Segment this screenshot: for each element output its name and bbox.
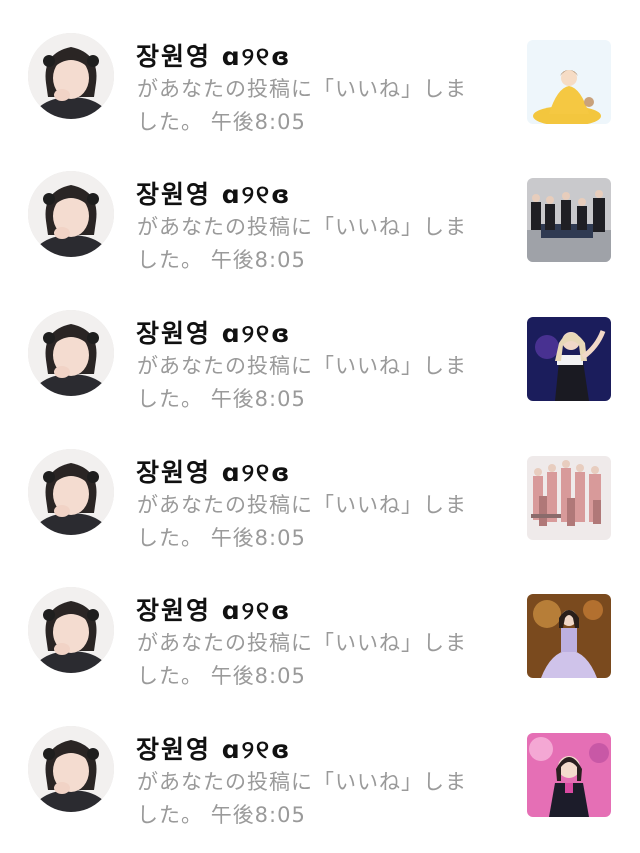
profile-photo-icon [28, 587, 114, 673]
stage-performer-thumbnail-icon [527, 317, 611, 401]
pink-stage-performer-thumbnail-icon [527, 733, 611, 817]
profile-photo-icon [28, 449, 114, 535]
message-text: があなたの投稿に「いいね」しま [137, 215, 467, 239]
message-text-end: した。 [137, 248, 203, 272]
username[interactable]: 장원영 ɑ୨୧ɞ [136, 730, 291, 766]
timestamp: 午後8:05 [210, 110, 306, 134]
avatar[interactable] [28, 33, 114, 119]
notification-row[interactable]: 장원영 ɑ୨୧ɞ があなたの投稿に「いいね」しま した。 午後8:05 [0, 171, 640, 291]
message-text-end: した。 [137, 803, 203, 827]
profile-photo-icon [28, 310, 114, 396]
notification-message: があなたの投稿に「いいね」しま した。 午後8:05 [137, 350, 497, 416]
notification-message: があなたの投稿に「いいね」しま した。 午後8:05 [137, 211, 497, 277]
post-thumbnail[interactable] [527, 178, 611, 262]
message-text: があなたの投稿に「いいね」しま [137, 770, 467, 794]
cartoon-princess-thumbnail-icon [527, 40, 611, 124]
message-text-end: した。 [137, 387, 203, 411]
username[interactable]: 장원영 ɑ୨୧ɞ [136, 314, 291, 350]
message-text: があなたの投稿に「いいね」しま [137, 631, 467, 655]
post-thumbnail[interactable] [527, 317, 611, 401]
notification-row[interactable]: 장원영 ɑ୨୧ɞ があなたの投稿に「いいね」しま した。 午後8:05 [0, 449, 640, 569]
username[interactable]: 장원영 ɑ୨୧ɞ [136, 591, 291, 627]
profile-photo-icon [28, 726, 114, 812]
username[interactable]: 장원영 ɑ୨୧ɞ [136, 175, 291, 211]
notification-message: があなたの投稿に「いいね」しま した。 午後8:05 [137, 489, 497, 555]
message-text-end: した。 [137, 664, 203, 688]
avatar[interactable] [28, 171, 114, 257]
avatar[interactable] [28, 726, 114, 812]
profile-photo-icon [28, 171, 114, 257]
avatar[interactable] [28, 587, 114, 673]
message-text-end: した。 [137, 526, 203, 550]
notification-message: があなたの投稿に「いいね」しま した。 午後8:05 [137, 627, 497, 693]
notification-list: 장원영 ɑ୨୧ɞ があなたの投稿に「いいね」しま した。 午後8:05 장원영 … [0, 0, 640, 853]
message-text-end: した。 [137, 110, 203, 134]
message-text: があなたの投稿に「いいね」しま [137, 493, 467, 517]
group-poster-thumbnail-icon [527, 456, 611, 540]
avatar[interactable] [28, 310, 114, 396]
notification-message: があなたの投稿に「いいね」しま した。 午後8:05 [137, 766, 497, 832]
notification-row[interactable]: 장원영 ɑ୨୧ɞ があなたの投稿に「いいね」しま した。 午後8:05 [0, 587, 640, 707]
notification-row[interactable]: 장원영 ɑ୨୧ɞ があなたの投稿に「いいね」しま した。 午後8:05 [0, 726, 640, 846]
group-photo-thumbnail-icon [527, 178, 611, 262]
notification-message: があなたの投稿に「いいね」しま した。 午後8:05 [137, 73, 497, 139]
notification-row[interactable]: 장원영 ɑ୨୧ɞ があなたの投稿に「いいね」しま した。 午後8:05 [0, 33, 640, 153]
username[interactable]: 장원영 ɑ୨୧ɞ [136, 37, 291, 73]
timestamp: 午後8:05 [210, 803, 306, 827]
timestamp: 午後8:05 [210, 248, 306, 272]
timestamp: 午後8:05 [210, 526, 306, 550]
post-thumbnail[interactable] [527, 733, 611, 817]
username[interactable]: 장원영 ɑ୨୧ɞ [136, 453, 291, 489]
post-thumbnail[interactable] [527, 40, 611, 124]
post-thumbnail[interactable] [527, 456, 611, 540]
timestamp: 午後8:05 [210, 387, 306, 411]
dress-performer-thumbnail-icon [527, 594, 611, 678]
profile-photo-icon [28, 33, 114, 119]
timestamp: 午後8:05 [210, 664, 306, 688]
notification-row[interactable]: 장원영 ɑ୨୧ɞ があなたの投稿に「いいね」しま した。 午後8:05 [0, 310, 640, 430]
message-text: があなたの投稿に「いいね」しま [137, 354, 467, 378]
avatar[interactable] [28, 449, 114, 535]
post-thumbnail[interactable] [527, 594, 611, 678]
message-text: があなたの投稿に「いいね」しま [137, 77, 467, 101]
